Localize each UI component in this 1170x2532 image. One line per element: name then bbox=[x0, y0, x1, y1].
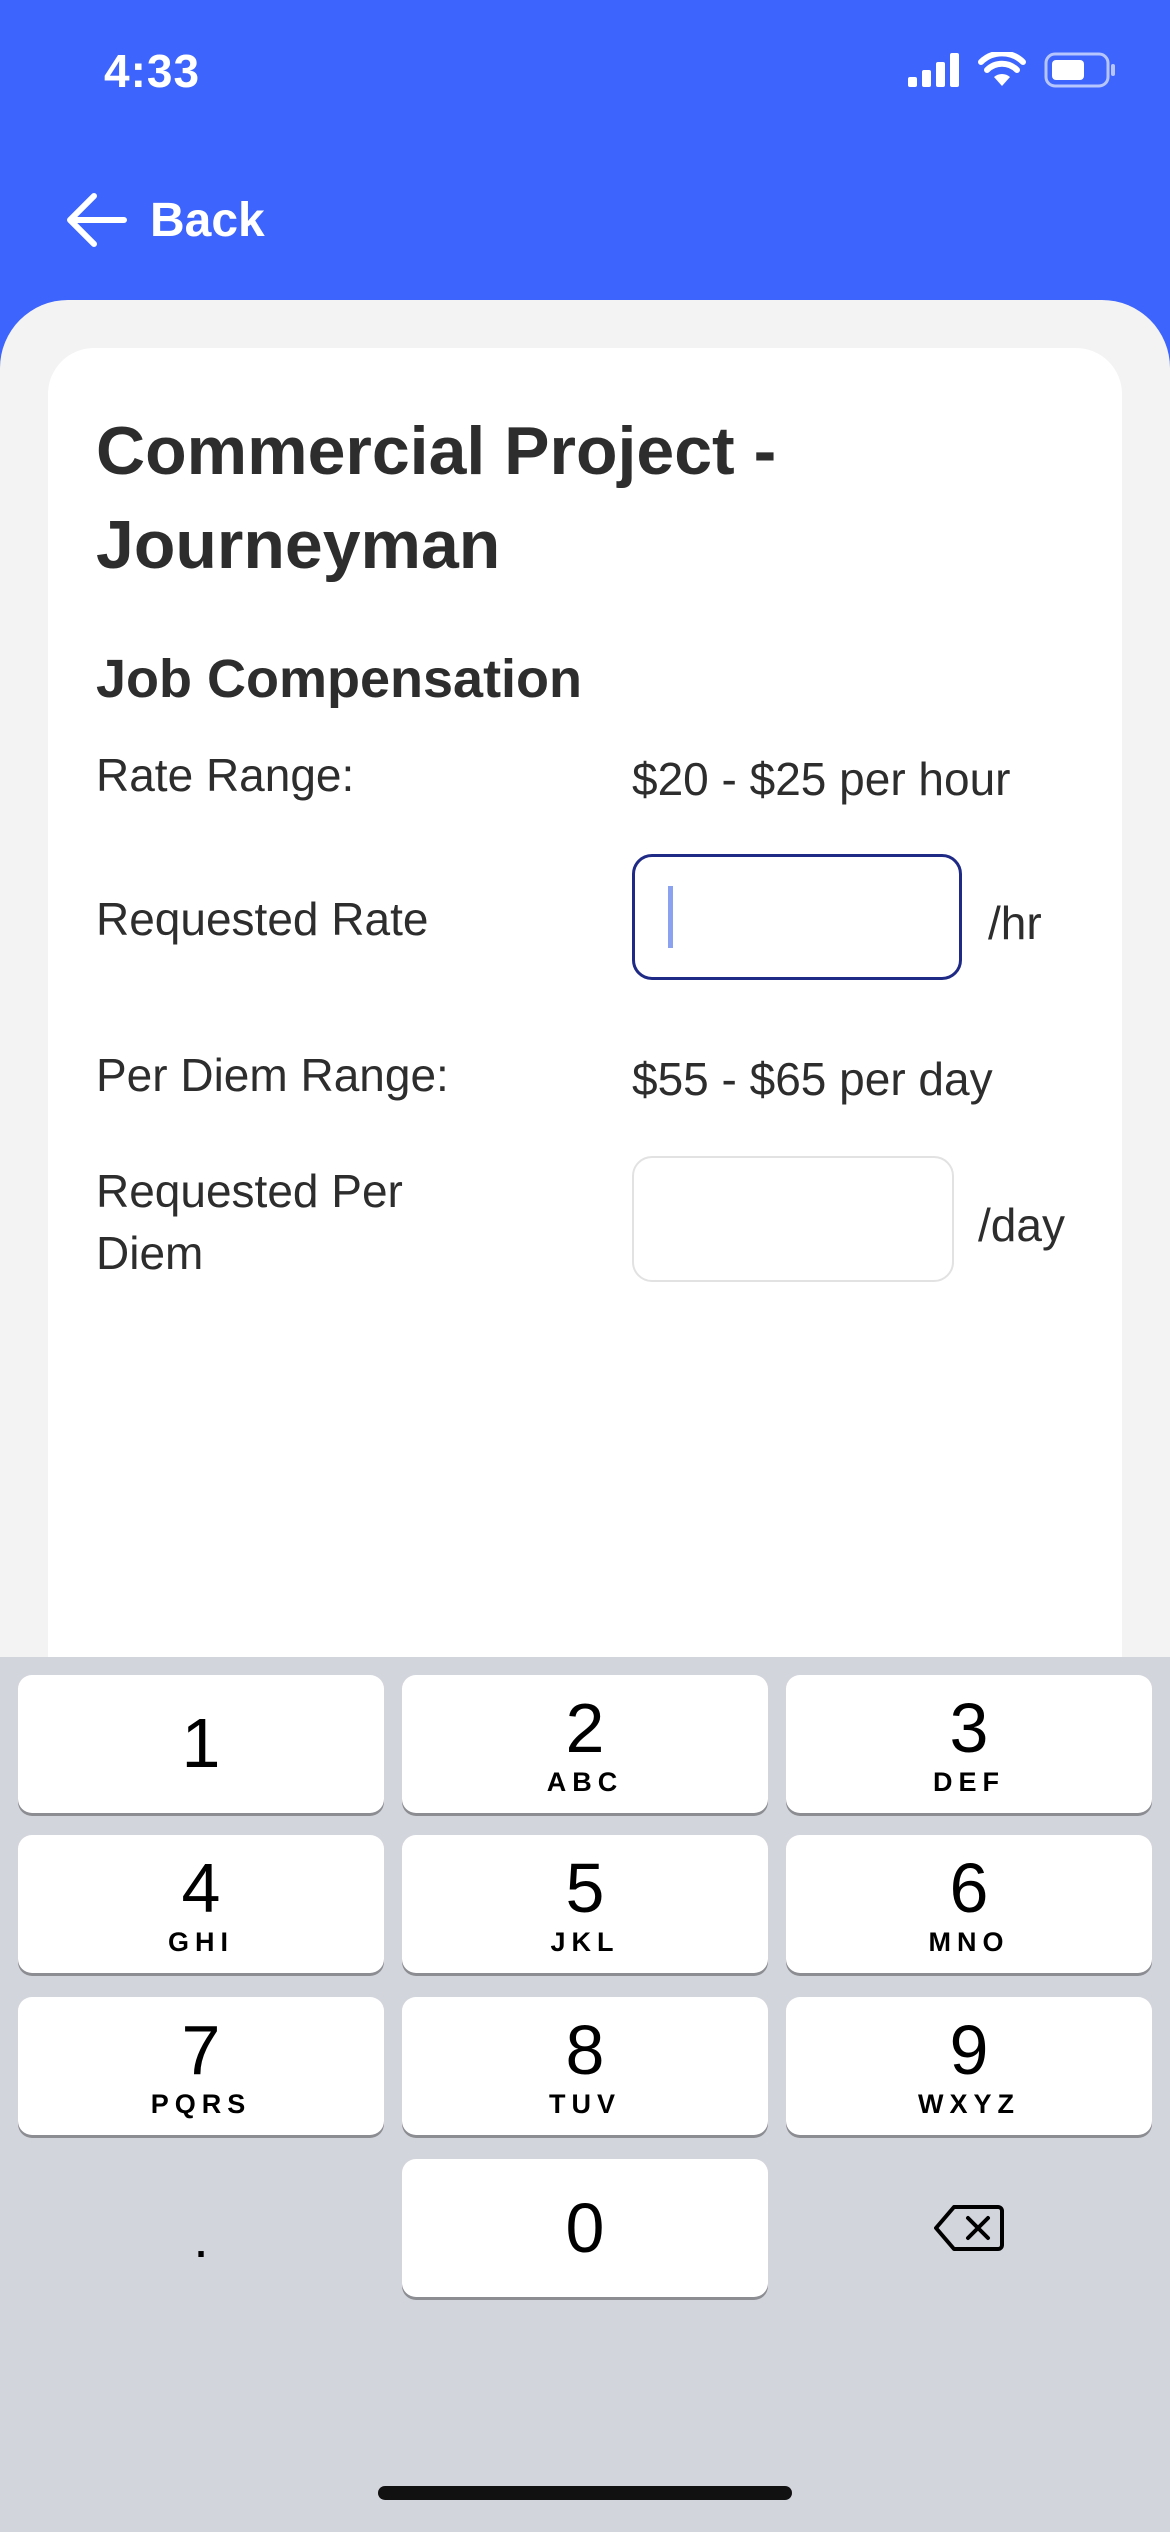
requested-per-diem-label: Requested Per Diem bbox=[96, 1165, 403, 1279]
rate-range-label: Rate Range: bbox=[96, 749, 355, 801]
rate-unit: /hr bbox=[988, 897, 1042, 949]
status-icons bbox=[908, 52, 1118, 88]
backspace-icon bbox=[934, 2205, 1004, 2251]
per-diem-range-label: Per Diem Range: bbox=[96, 1049, 449, 1101]
key-4[interactable]: 4 GHI bbox=[18, 1835, 384, 1973]
numeric-keyboard: 1 2 ABC 3 DEF 4 GHI 5 JKL 6 MNO 7 PQRS 8… bbox=[0, 1657, 1170, 2532]
key-delete[interactable] bbox=[786, 2159, 1152, 2297]
key-8[interactable]: 8 TUV bbox=[402, 1997, 768, 2135]
arrow-left-icon bbox=[67, 193, 127, 247]
requested-rate-input[interactable] bbox=[632, 854, 962, 980]
back-label: Back bbox=[150, 193, 265, 247]
status-time: 4:33 bbox=[104, 45, 201, 97]
home-indicator bbox=[378, 2486, 792, 2500]
key-decimal[interactable]: . bbox=[18, 2159, 384, 2297]
key-7[interactable]: 7 PQRS bbox=[18, 1997, 384, 2135]
key-3[interactable]: 3 DEF bbox=[786, 1675, 1152, 1813]
wifi-icon bbox=[978, 52, 1026, 86]
decimal-label: . bbox=[193, 2206, 209, 2269]
nav-bar: Back bbox=[0, 150, 1170, 300]
back-button[interactable]: Back bbox=[66, 180, 265, 260]
requested-rate-label: Requested Rate bbox=[96, 893, 429, 945]
key-1[interactable]: 1 bbox=[18, 1675, 384, 1813]
key-2[interactable]: 2 ABC bbox=[402, 1675, 768, 1813]
section-title: Job Compensation bbox=[96, 649, 583, 709]
key-9[interactable]: 9 WXYZ bbox=[786, 1997, 1152, 2135]
key-6[interactable]: 6 MNO bbox=[786, 1835, 1152, 1973]
battery-icon bbox=[1044, 52, 1115, 88]
text-caret bbox=[668, 886, 673, 948]
job-card: Commercial Project - Journeyman Job Comp… bbox=[48, 348, 1122, 1748]
per-diem-range-value: $55 - $65 per day bbox=[632, 1053, 993, 1105]
key-0[interactable]: 0 bbox=[402, 2159, 768, 2297]
cellular-signal-icon bbox=[908, 53, 959, 87]
job-title: Commercial Project - Journeyman bbox=[96, 413, 777, 583]
requested-per-diem-input[interactable] bbox=[632, 1156, 954, 1282]
rate-range-value: $20 - $25 per hour bbox=[632, 753, 1011, 805]
per-diem-unit: /day bbox=[978, 1199, 1065, 1251]
key-5[interactable]: 5 JKL bbox=[402, 1835, 768, 1973]
status-bar: 4:33 bbox=[0, 0, 1170, 150]
